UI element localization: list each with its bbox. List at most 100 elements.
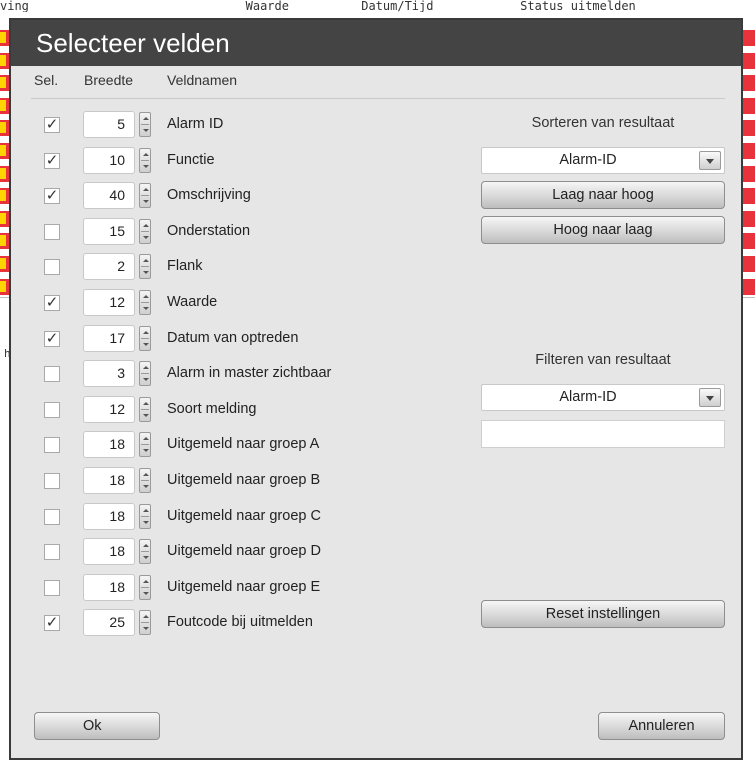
background-row-chip bbox=[0, 280, 6, 292]
spinner-icon[interactable] bbox=[139, 432, 151, 458]
field-width-input[interactable]: 17 bbox=[83, 324, 135, 352]
sort-field-select[interactable]: Alarm-ID bbox=[481, 147, 725, 174]
field-select-checkbox[interactable]: ✓ bbox=[44, 293, 60, 311]
background-row-chip bbox=[0, 212, 6, 224]
cancel-button[interactable]: Annuleren bbox=[598, 712, 725, 740]
sort-field-value: Alarm-ID bbox=[559, 152, 617, 168]
field-select-checkbox[interactable]: ✓ bbox=[44, 117, 60, 133]
field-width-input[interactable]: 18 bbox=[83, 431, 135, 459]
field-select-checkbox[interactable] bbox=[44, 259, 60, 276]
spinner-icon[interactable] bbox=[139, 218, 151, 244]
spinner-divider bbox=[141, 266, 149, 268]
field-name: Uitgemeld naar groep A bbox=[167, 436, 320, 453]
spinner-icon[interactable] bbox=[139, 574, 151, 600]
spinner-icon[interactable] bbox=[139, 325, 151, 351]
reset-settings-button[interactable]: Reset instellingen bbox=[481, 600, 725, 628]
field-name: Foutcode bij uitmelden bbox=[167, 614, 313, 631]
field-select-checkbox[interactable] bbox=[44, 401, 60, 418]
field-name: Uitgemeld naar groep C bbox=[167, 507, 321, 524]
field-width-input[interactable]: 18 bbox=[83, 502, 135, 530]
filter-field-value: Alarm-ID bbox=[559, 389, 617, 405]
field-row: ✓ 5 Alarm ID bbox=[11, 109, 451, 145]
spinner-divider bbox=[141, 586, 149, 588]
field-width-input[interactable]: 5 bbox=[83, 111, 135, 138]
field-width-input[interactable]: 10 bbox=[83, 146, 135, 174]
background-row-chip bbox=[0, 54, 6, 66]
field-row: 18 Uitgemeld naar groep C bbox=[11, 501, 451, 537]
field-select-checkbox[interactable]: ✓ bbox=[44, 329, 60, 347]
field-width-input[interactable]: 25 bbox=[83, 609, 135, 637]
checkmark-icon: ✓ bbox=[45, 329, 59, 347]
spinner-icon[interactable] bbox=[139, 112, 151, 137]
field-name: Soort melding bbox=[167, 400, 257, 417]
field-select-checkbox[interactable] bbox=[44, 223, 60, 240]
field-name: Alarm ID bbox=[167, 116, 224, 132]
field-width-input[interactable]: 12 bbox=[83, 395, 135, 423]
spinner-icon[interactable] bbox=[139, 254, 151, 280]
sort-ascending-button[interactable]: Laag naar hoog bbox=[481, 181, 725, 209]
spinner-divider bbox=[141, 159, 149, 161]
background-row-chip bbox=[0, 122, 6, 134]
field-row: ✓ 25 Foutcode bij uitmelden bbox=[11, 607, 451, 643]
header-divider bbox=[31, 98, 725, 99]
checkmark-icon: ✓ bbox=[45, 116, 59, 133]
checkmark-icon: ✓ bbox=[45, 293, 59, 311]
field-width-input[interactable]: 40 bbox=[83, 182, 135, 210]
field-select-checkbox[interactable] bbox=[44, 437, 60, 454]
spinner-icon[interactable] bbox=[139, 289, 151, 315]
field-width-input[interactable]: 2 bbox=[83, 253, 135, 281]
spinner-icon[interactable] bbox=[139, 396, 151, 422]
column-header-width: Breedte bbox=[84, 72, 134, 88]
spinner-divider bbox=[141, 622, 149, 624]
spinner-divider bbox=[141, 124, 149, 125]
field-width-input[interactable]: 18 bbox=[83, 573, 135, 601]
field-select-checkbox[interactable]: ✓ bbox=[44, 614, 60, 632]
spinner-icon[interactable] bbox=[139, 539, 151, 565]
field-select-checkbox[interactable] bbox=[44, 579, 60, 596]
field-select-checkbox[interactable] bbox=[44, 366, 60, 383]
field-select-checkbox[interactable] bbox=[44, 544, 60, 561]
spinner-icon[interactable] bbox=[139, 610, 151, 636]
chevron-down-icon[interactable] bbox=[699, 151, 721, 170]
field-name: Flank bbox=[167, 258, 203, 275]
field-width-input[interactable]: 12 bbox=[83, 288, 135, 316]
field-width-input[interactable]: 15 bbox=[83, 217, 135, 245]
field-width-input[interactable]: 3 bbox=[83, 360, 135, 388]
spinner-icon[interactable] bbox=[139, 503, 151, 529]
spinner-divider bbox=[141, 551, 149, 553]
checkmark-icon: ✓ bbox=[45, 614, 59, 632]
spinner-divider bbox=[141, 230, 149, 232]
field-row: 18 Uitgemeld naar groep A bbox=[11, 429, 451, 465]
chevron-down-icon[interactable] bbox=[699, 388, 721, 407]
spinner-divider bbox=[141, 373, 149, 375]
field-name: Omschrijving bbox=[167, 187, 251, 204]
spinner-icon[interactable] bbox=[139, 183, 151, 209]
spinner-icon[interactable] bbox=[139, 361, 151, 387]
field-width-input[interactable]: 18 bbox=[83, 466, 135, 494]
spinner-icon[interactable] bbox=[139, 467, 151, 493]
field-width-input[interactable]: 18 bbox=[83, 538, 135, 566]
spinner-icon[interactable] bbox=[139, 147, 151, 173]
sort-descending-button[interactable]: Hoog naar laag bbox=[481, 216, 725, 244]
field-row: 3 Alarm in master zichtbaar bbox=[11, 358, 451, 394]
filter-value-input[interactable] bbox=[481, 420, 725, 448]
field-row: 15 Onderstation bbox=[11, 216, 451, 252]
field-select-checkbox[interactable]: ✓ bbox=[44, 187, 60, 205]
field-name: Functie bbox=[167, 151, 215, 168]
background-row-chip bbox=[0, 235, 6, 247]
field-select-checkbox[interactable] bbox=[44, 508, 60, 525]
ok-button[interactable]: Ok bbox=[34, 712, 160, 740]
field-select-checkbox[interactable]: ✓ bbox=[44, 151, 60, 169]
field-select-checkbox[interactable] bbox=[44, 472, 60, 489]
checkmark-icon: ✓ bbox=[45, 151, 59, 169]
field-name: Alarm in master zichtbaar bbox=[167, 365, 332, 382]
dialog-title: Selecteer velden bbox=[11, 20, 741, 66]
field-list: ✓ 5 Alarm ID ✓ 10 Functie ✓ 40 Omschrijving 15 Ond… bbox=[11, 109, 451, 643]
filter-field-select[interactable]: Alarm-ID bbox=[481, 384, 725, 411]
background-row-chip bbox=[0, 77, 6, 89]
sort-label: Sorteren van resultaat bbox=[531, 115, 675, 131]
background-row-chip bbox=[0, 32, 6, 43]
column-header-sel: Sel. bbox=[34, 72, 59, 88]
checkmark-icon: ✓ bbox=[45, 187, 59, 205]
field-row: ✓ 40 Omschrijving bbox=[11, 180, 451, 216]
